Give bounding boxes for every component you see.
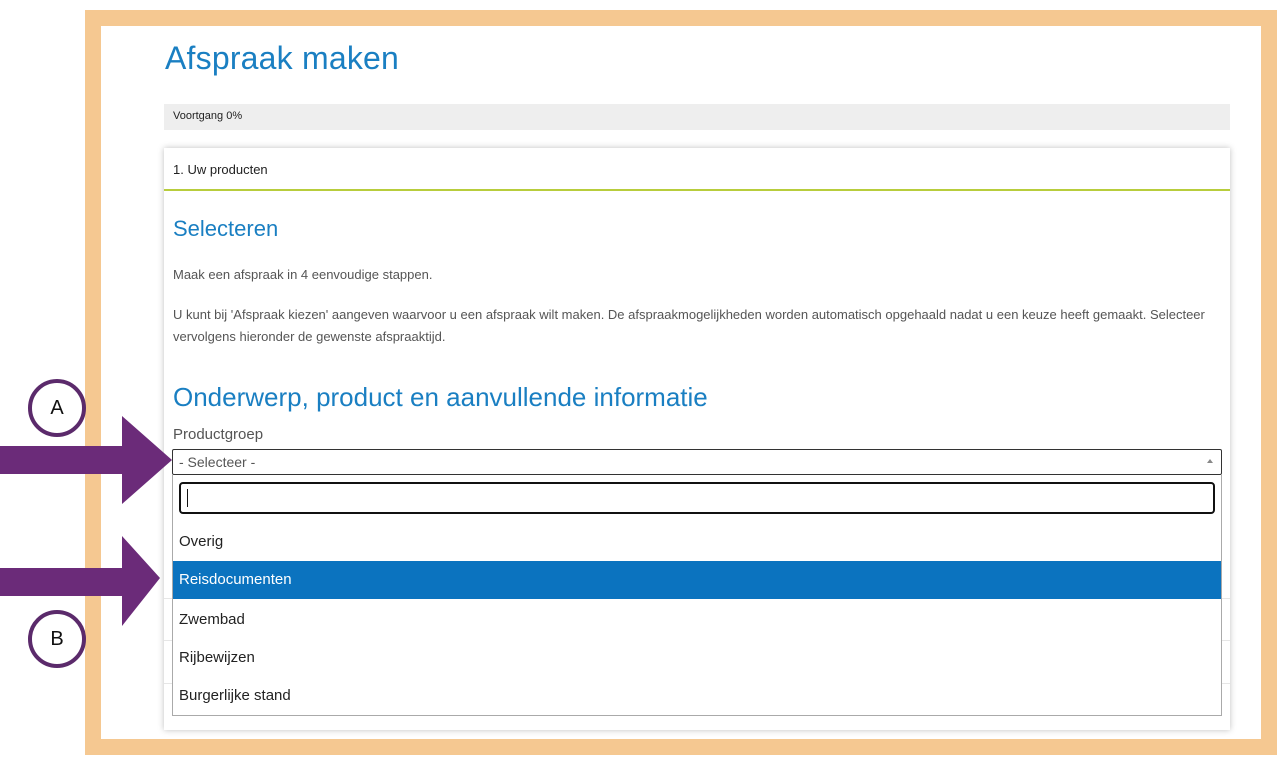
section-title-selecteren: Selecteren: [173, 216, 279, 241]
marker-b: B: [28, 610, 86, 668]
option-burgerlijke-stand[interactable]: Burgerlijke stand: [173, 677, 1221, 715]
instruction-text: U kunt bij 'Afspraak kiezen' aangeven wa…: [173, 307, 1205, 344]
text-cursor: [187, 489, 188, 507]
productgroep-select[interactable]: - Selecteer -: [172, 449, 1222, 475]
option-rijbewijzen[interactable]: Rijbewijzen: [173, 639, 1221, 677]
progress-label: Voortgang 0%: [173, 110, 243, 122]
option-overig[interactable]: Overig: [173, 523, 1221, 561]
section-title-onderwerp: Onderwerp, product en aanvullende inform…: [173, 382, 708, 412]
step-header[interactable]: 1. Uw producten: [164, 148, 1230, 191]
option-zwembad[interactable]: Zwembad: [173, 601, 1221, 639]
productgroep-dropdown: Overig Reisdocumenten Zwembad Rijbewijze…: [172, 475, 1222, 716]
page-title: Afspraak maken: [165, 40, 400, 76]
marker-a: A: [28, 379, 86, 437]
dropdown-search-input[interactable]: [179, 482, 1215, 514]
progress-bar: Voortgang 0%: [164, 104, 1230, 130]
arrow-b-icon: [0, 536, 160, 626]
option-reisdocumenten[interactable]: Reisdocumenten: [173, 561, 1221, 599]
chevron-up-icon: [1207, 459, 1213, 463]
intro-text: Maak een afspraak in 4 eenvoudige stappe…: [173, 267, 433, 282]
select-value: - Selecteer -: [179, 454, 256, 470]
productgroep-label: Productgroep: [173, 426, 264, 443]
arrow-a-icon: [0, 416, 172, 504]
